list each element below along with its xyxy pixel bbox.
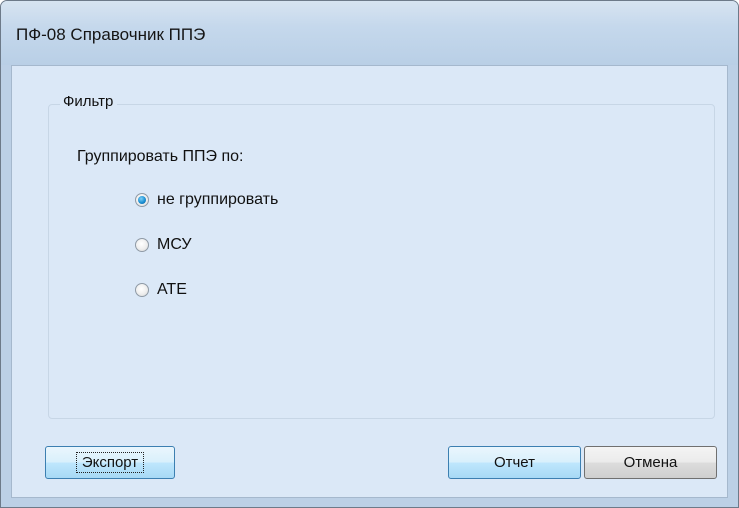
report-button-label: Отчет xyxy=(493,454,536,471)
cancel-button-label: Отмена xyxy=(623,454,678,471)
report-button[interactable]: Отчет xyxy=(448,446,581,479)
radio-unchecked-icon[interactable] xyxy=(135,283,149,297)
radio-label: МСУ xyxy=(157,236,192,253)
dialog-content: Фильтр Группировать ППЭ по: не группиров… xyxy=(11,65,728,498)
group-by-label: Группировать ППЭ по: xyxy=(77,148,244,165)
window-title: ПФ-08 Справочник ППЭ xyxy=(16,25,206,44)
export-button-label: Экспорт xyxy=(75,452,145,473)
radio-option-msu[interactable]: МСУ xyxy=(135,233,192,257)
title-bar[interactable]: ПФ-08 Справочник ППЭ xyxy=(1,1,738,65)
radio-checked-icon[interactable] xyxy=(135,193,149,207)
radio-unchecked-icon[interactable] xyxy=(135,238,149,252)
radio-option-ate[interactable]: АТЕ xyxy=(135,278,187,302)
radio-label: АТЕ xyxy=(157,281,187,298)
export-button[interactable]: Экспорт xyxy=(45,446,175,479)
radio-option-no-grouping[interactable]: не группировать xyxy=(135,188,278,212)
radio-label: не группировать xyxy=(157,191,279,208)
dialog-window: ПФ-08 Справочник ППЭ Фильтр Группировать… xyxy=(0,0,739,508)
cancel-button[interactable]: Отмена xyxy=(584,446,717,479)
filter-legend: Фильтр xyxy=(60,93,118,110)
